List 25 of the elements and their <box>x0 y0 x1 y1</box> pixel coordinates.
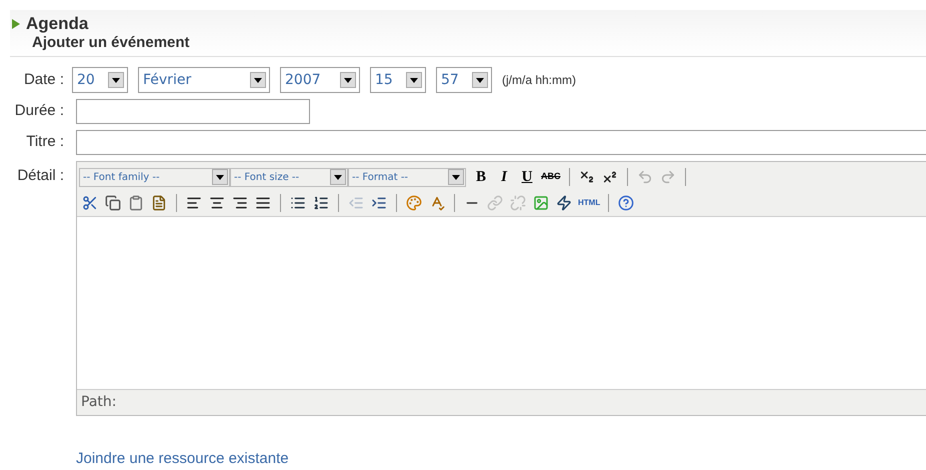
date-select[interactable]: Février <box>138 67 270 93</box>
date-select[interactable]: 20 <box>72 67 128 93</box>
title-field[interactable] <box>76 130 926 155</box>
date-select[interactable]: 57 <box>436 67 492 93</box>
date-select[interactable]: 15 <box>370 67 426 93</box>
toolbar-dropdown[interactable]: -- Format -- <box>348 168 466 186</box>
duration-field[interactable] <box>76 99 310 124</box>
toolbar-button[interactable]: HTML <box>576 192 602 214</box>
date-format-hint: (j/m/a hh:mm) <box>502 72 576 89</box>
title-label: Titre : <box>25 132 65 152</box>
date-select[interactable]: 2007 <box>280 67 360 93</box>
page-title: Agenda <box>26 14 88 34</box>
path-label: Path: <box>81 393 116 412</box>
format-button[interactable]: I <box>493 166 515 188</box>
format-button[interactable]: B <box>470 166 492 188</box>
detail-label: Détail : <box>16 166 65 186</box>
attach-resource-link[interactable]: Joindre une ressource existante <box>76 448 926 470</box>
toolbar-button[interactable]: ABC <box>539 166 562 188</box>
toolbar-dropdown[interactable]: -- Font size -- <box>230 168 348 186</box>
page-subtitle: Ajouter un événement <box>31 34 191 52</box>
triangle-icon <box>12 19 20 29</box>
date-label: Date : <box>22 70 65 90</box>
toolbar-dropdown[interactable]: -- Font family -- <box>79 168 230 186</box>
format-button[interactable]: U <box>516 166 538 188</box>
duration-label: Durée : <box>14 101 65 122</box>
